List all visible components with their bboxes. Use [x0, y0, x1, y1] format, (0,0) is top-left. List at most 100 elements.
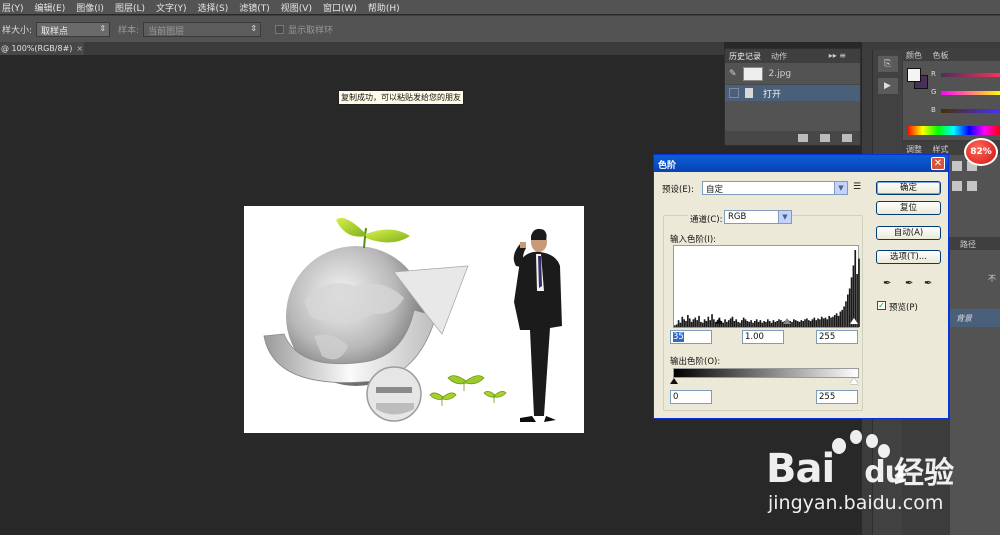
- document-image[interactable]: [244, 206, 584, 433]
- histogram-bar: [767, 319, 769, 327]
- color-spectrum[interactable]: [907, 126, 1000, 135]
- histogram-bar: [750, 320, 752, 327]
- sample-size-select[interactable]: 取样点 ⇕: [36, 21, 111, 37]
- tab-styles[interactable]: 样式: [933, 145, 949, 154]
- histogram-bar: [809, 321, 812, 327]
- camera-icon[interactable]: [820, 134, 830, 142]
- histogram-bar: [806, 318, 808, 327]
- play-icon[interactable]: ▶: [877, 78, 898, 94]
- watermark-url: jingyan.baidu.com: [768, 492, 944, 514]
- output-white-field[interactable]: 255: [816, 390, 858, 404]
- histogram-bar: [675, 324, 678, 327]
- histogram-bar: [681, 316, 684, 327]
- channel-select[interactable]: RGB ▼: [724, 210, 792, 224]
- blue-slider-track[interactable]: [941, 109, 1000, 113]
- menu-select[interactable]: 选择(S): [198, 1, 229, 14]
- histogram-bar: [841, 309, 844, 327]
- preview-checkbox[interactable]: ✓: [877, 301, 886, 310]
- photo-filter-icon[interactable]: [952, 181, 962, 191]
- layer-row-background[interactable]: 背景: [950, 309, 1000, 327]
- histogram-bar: [752, 322, 754, 327]
- input-gamma-slider[interactable]: [783, 318, 791, 324]
- mixer-icon[interactable]: [967, 181, 977, 191]
- red-label: R: [931, 70, 936, 78]
- histogram-bar: [832, 316, 834, 327]
- menu-edit[interactable]: 编辑(E): [35, 1, 66, 14]
- blue-slider[interactable]: B: [931, 106, 1000, 115]
- black-eyedropper-icon[interactable]: ✒: [883, 278, 893, 290]
- close-icon[interactable]: ✕: [931, 157, 945, 170]
- chevron-down-icon: ▼: [834, 182, 847, 194]
- histogram-bar: [817, 318, 819, 327]
- histogram-bar: [759, 320, 762, 327]
- menu-window[interactable]: 窗口(W): [323, 1, 357, 14]
- menu-image[interactable]: 图像(I): [76, 1, 104, 14]
- exposure-icon[interactable]: [952, 161, 962, 171]
- input-white-slider[interactable]: [850, 318, 858, 324]
- auto-button[interactable]: 自动(A): [876, 226, 941, 240]
- document-tab[interactable]: @ 100%(RGB/8#) ×: [0, 42, 84, 55]
- history-step[interactable]: 打开: [725, 85, 860, 101]
- input-white-field[interactable]: 255: [816, 330, 858, 344]
- output-black-field[interactable]: 0: [670, 390, 712, 404]
- histogram-bar: [830, 317, 832, 327]
- histogram-bar: [763, 321, 765, 327]
- new-document-icon[interactable]: [798, 134, 808, 142]
- input-black-slider[interactable]: [715, 318, 723, 324]
- sample-select[interactable]: 当前图层 ⇕: [143, 21, 262, 37]
- foreground-color-swatch[interactable]: [907, 68, 921, 82]
- brush-icon: ✎: [729, 68, 737, 79]
- watermark-brand-bai: Bai: [766, 446, 835, 492]
- tab-color[interactable]: 颜色: [906, 51, 922, 60]
- trash-icon[interactable]: [842, 134, 852, 142]
- histogram-bar: [705, 321, 708, 327]
- menu-type[interactable]: 文字(Y): [156, 1, 187, 14]
- histogram-bar: [709, 320, 711, 327]
- levels-dialog-titlebar[interactable]: 色阶 ✕: [654, 155, 948, 172]
- input-black-field[interactable]: 35: [670, 330, 712, 344]
- history-snapshot[interactable]: ✎ 2.jpg: [725, 63, 860, 85]
- panel-menu-icon[interactable]: ▸▸ ≡: [829, 51, 846, 60]
- show-sampling-ring-checkbox[interactable]: [275, 24, 285, 34]
- menu-view[interactable]: 视图(V): [281, 1, 312, 14]
- menu-filter[interactable]: 滤镜(T): [239, 1, 270, 14]
- menu-help[interactable]: 帮助(H): [368, 1, 400, 14]
- histogram-bar: [794, 320, 797, 327]
- green-slider-track[interactable]: [941, 91, 1000, 95]
- menu-layer[interactable]: 层(Y): [2, 1, 24, 14]
- tab-adjustments[interactable]: 调整: [906, 145, 922, 154]
- histogram-bar: [811, 319, 814, 327]
- histogram-bar: [804, 319, 806, 327]
- histogram-bar: [793, 319, 795, 327]
- channel-value: RGB: [728, 212, 747, 222]
- red-slider-track[interactable]: [941, 73, 1000, 77]
- white-eyedropper-icon[interactable]: ✒: [924, 278, 934, 290]
- histogram-bar: [846, 294, 849, 327]
- gray-eyedropper-icon[interactable]: ✒: [905, 278, 915, 290]
- preset-menu-icon[interactable]: ☰: [853, 182, 861, 192]
- tab-swatches[interactable]: 色板: [933, 51, 949, 60]
- output-black-slider[interactable]: [670, 378, 678, 384]
- input-gamma-field[interactable]: 1.00: [742, 330, 784, 344]
- red-slider[interactable]: R: [931, 70, 1000, 79]
- close-icon[interactable]: ×: [76, 44, 83, 53]
- history-source-checkbox[interactable]: [729, 88, 739, 98]
- histogram-bar: [837, 315, 840, 327]
- histogram-bar: [692, 319, 695, 327]
- watermark-cn: 经验: [894, 456, 954, 491]
- options-button[interactable]: 选项(T)...: [876, 250, 941, 264]
- preset-select[interactable]: 自定 ▼: [702, 181, 848, 195]
- histogram-bar: [839, 311, 842, 327]
- tab-actions[interactable]: 动作: [771, 51, 787, 62]
- tab-paths[interactable]: 路径: [960, 240, 976, 249]
- tab-history[interactable]: 历史记录: [729, 51, 761, 62]
- histogram-bar: [807, 320, 810, 327]
- reset-button[interactable]: 复位: [876, 201, 941, 215]
- output-white-slider[interactable]: [850, 378, 858, 384]
- history-panel-icon[interactable]: ⎘: [877, 56, 898, 72]
- green-slider[interactable]: G: [931, 88, 1000, 97]
- menu-layers[interactable]: 图层(L): [115, 1, 145, 14]
- histogram-bar: [772, 320, 775, 327]
- ok-button[interactable]: 确定: [876, 181, 941, 195]
- histogram-bar: [798, 321, 801, 327]
